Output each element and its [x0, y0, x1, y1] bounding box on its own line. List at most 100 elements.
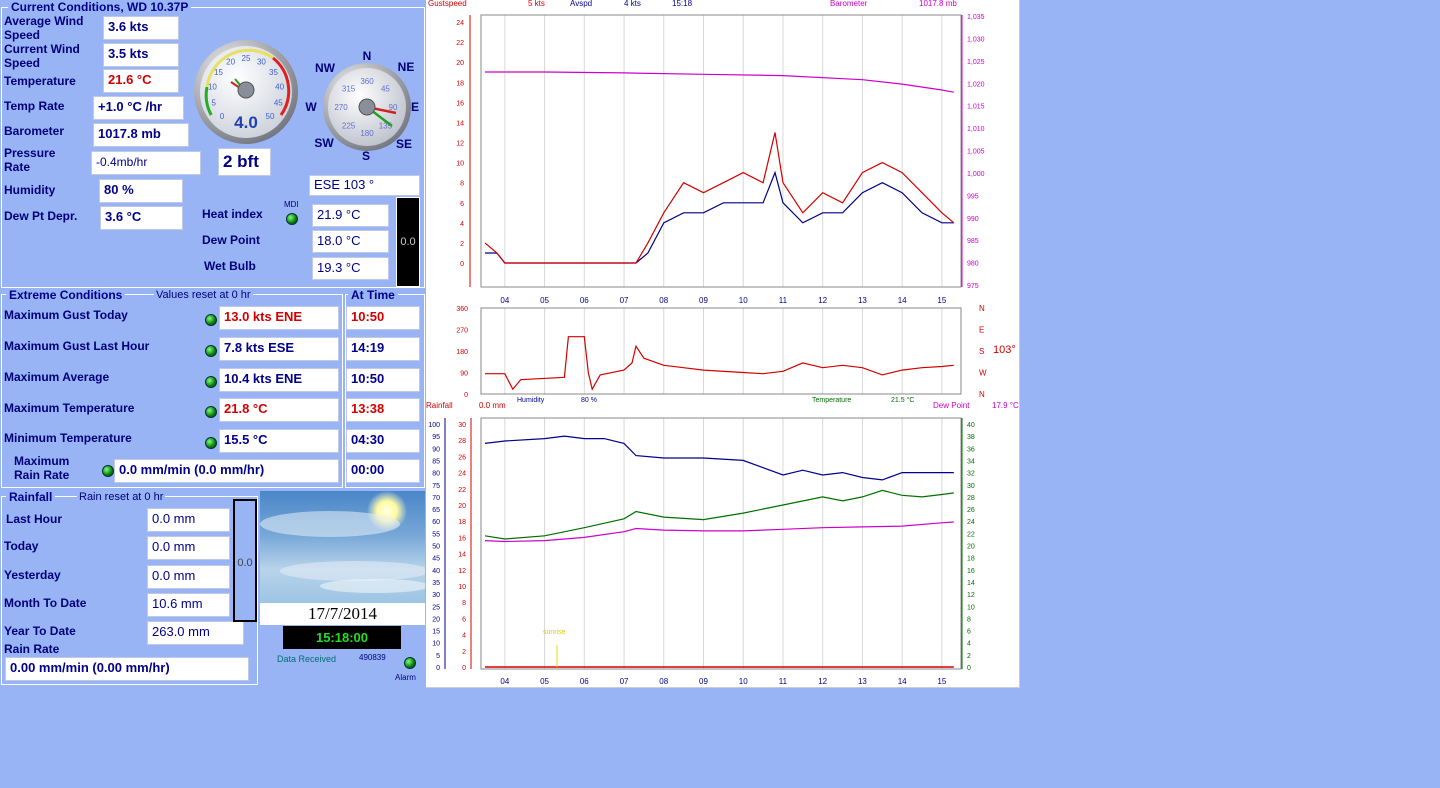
temp-rate-label: Temp Rate: [4, 99, 65, 113]
humidity-y-tick: 95: [432, 434, 440, 441]
rain-rate-value: 0.00 mm/min (0.00 mm/hr): [5, 657, 249, 681]
gauge-tick-label: 10: [208, 83, 217, 92]
temp-y-tick: 24: [458, 471, 466, 478]
humidity-y-tick: 0: [436, 665, 440, 672]
cloud-streak: [260, 511, 400, 537]
heat-index-label: Heat index: [202, 207, 263, 221]
wind-y-tick: 10: [456, 161, 464, 168]
climate-x-tick: 11: [779, 677, 788, 686]
wind-direction-line: [485, 336, 954, 391]
humidity-y-tick: 20: [432, 616, 440, 623]
humidity-y-tick: 65: [432, 507, 440, 514]
alarm-label[interactable]: Alarm: [395, 673, 416, 682]
cloud-streak: [320, 579, 425, 593]
compass-degree-label: 270: [334, 103, 348, 112]
humidity-y-tick: 25: [432, 604, 440, 611]
extreme-row-value: 10.4 kts ENE: [219, 368, 339, 392]
wind-x-tick: 06: [580, 296, 589, 305]
wind-x-tick: 05: [540, 296, 549, 305]
climate-x-tick: 13: [858, 677, 867, 686]
extreme-row-value: 13.0 kts ENE: [219, 306, 339, 330]
temperature-label: Temperature: [4, 74, 76, 88]
baro-y-tick: 1,035: [967, 14, 985, 21]
compass-degree-label: 180: [360, 129, 374, 138]
wind-y-tick: 12: [456, 141, 464, 148]
temp-y-tick: 16: [458, 535, 466, 542]
extreme-row-value: 21.8 °C: [219, 398, 339, 422]
right-y-tick: 2: [967, 653, 971, 660]
gauge-tick-label: 30: [257, 58, 266, 67]
baro-y-tick: 1,005: [967, 149, 985, 156]
climate-x-tick: 04: [500, 677, 509, 686]
gauge-tick-label: 15: [214, 68, 223, 77]
baro-y-tick: 980: [967, 261, 979, 268]
baro-y-tick: 1,025: [967, 59, 985, 66]
wind-y-tick: 0: [460, 261, 464, 268]
right-y-tick: 0: [967, 665, 971, 672]
rain-year-label: Year To Date: [4, 624, 76, 638]
humidity-legend-value: 80 %: [581, 397, 597, 404]
extreme-row-label: Maximum Temperature: [4, 401, 135, 415]
right-y-tick: 8: [967, 616, 971, 623]
rain-level-bar: 0.0: [233, 499, 257, 622]
rain-yesterday-value: 0.0 mm: [147, 565, 230, 589]
humidity-y-tick: 15: [432, 629, 440, 636]
compass-ne: NE: [398, 60, 415, 74]
compass-s: S: [362, 149, 370, 163]
humidity-y-tick: 40: [432, 568, 440, 575]
right-y-tick: 26: [967, 507, 975, 514]
dir-compass-tick: W: [979, 369, 987, 378]
mdi-led: [286, 213, 298, 225]
wind-x-tick: 07: [620, 296, 629, 305]
temp-y-tick: 8: [462, 600, 466, 607]
wet-bulb-value: 19.3 °C: [312, 257, 389, 280]
alarm-led[interactable]: [404, 657, 416, 669]
barometer-label: Barometer: [4, 124, 65, 138]
dew-point-line: [484, 521, 954, 543]
gauge-tick-label: 20: [226, 58, 235, 67]
humidity-y-tick: 5: [436, 653, 440, 660]
compass-w: W: [305, 100, 317, 114]
humidity-y-tick: 55: [432, 531, 440, 538]
extreme-row-time: 10:50: [346, 368, 420, 392]
wind-x-tick: 11: [779, 296, 788, 305]
humidity-y-tick: 90: [432, 446, 440, 453]
wind-x-tick: 15: [937, 296, 946, 305]
wind-x-tick: 12: [818, 296, 827, 305]
compass-degree-label: 225: [342, 121, 356, 130]
right-y-tick: 30: [967, 483, 975, 490]
dew-point-value: 18.0 °C: [312, 230, 389, 253]
temp-y-tick: 30: [458, 422, 466, 429]
gauge-tick-label: 50: [266, 112, 275, 121]
humidity-y-tick: 80: [432, 471, 440, 478]
wet-bulb-label: Wet Bulb: [204, 259, 256, 273]
extreme-row-led: [205, 437, 217, 449]
right-y-tick: 4: [967, 641, 971, 648]
data-received-count: 490839: [359, 653, 386, 662]
barometer-line: [485, 71, 954, 93]
humidity-y-tick: 70: [432, 495, 440, 502]
rain-last-hour-label: Last Hour: [6, 512, 63, 526]
extreme-row-led: [205, 376, 217, 388]
temperature-value: 21.6 °C: [103, 69, 179, 93]
dew-legend-value: 17.9 °C: [992, 401, 1019, 410]
humidity-y-tick: 75: [432, 483, 440, 490]
current-level-bar: 0.0: [396, 197, 420, 287]
barometer-value: 1017.8 mb: [93, 123, 189, 147]
temp-y-tick: 18: [458, 519, 466, 526]
graph-svg: Gustspeed 5 kts Avspd 4 kts 15:18 Barometer 10…: [426, 0, 1019, 686]
gauge-tick-label: 0: [220, 112, 225, 121]
humidity-y-tick: 60: [432, 519, 440, 526]
wind-x-tick: 09: [699, 296, 708, 305]
wind-x-tick: 10: [739, 296, 748, 305]
baro-legend-label: Barometer: [830, 0, 868, 8]
baro-y-tick: 975: [967, 283, 979, 290]
right-y-tick: 34: [967, 458, 975, 465]
humidity-y-tick: 30: [432, 592, 440, 599]
extreme-reset-note: Values reset at 0 hr: [154, 289, 253, 301]
extreme-row-label: Maximum Gust Last Hour: [4, 339, 150, 353]
dir-y-tick: 360: [456, 306, 468, 313]
rain-today-value: 0.0 mm: [147, 536, 230, 560]
baro-legend-value: 1017.8 mb: [919, 0, 957, 8]
baro-y-tick: 990: [967, 216, 979, 223]
